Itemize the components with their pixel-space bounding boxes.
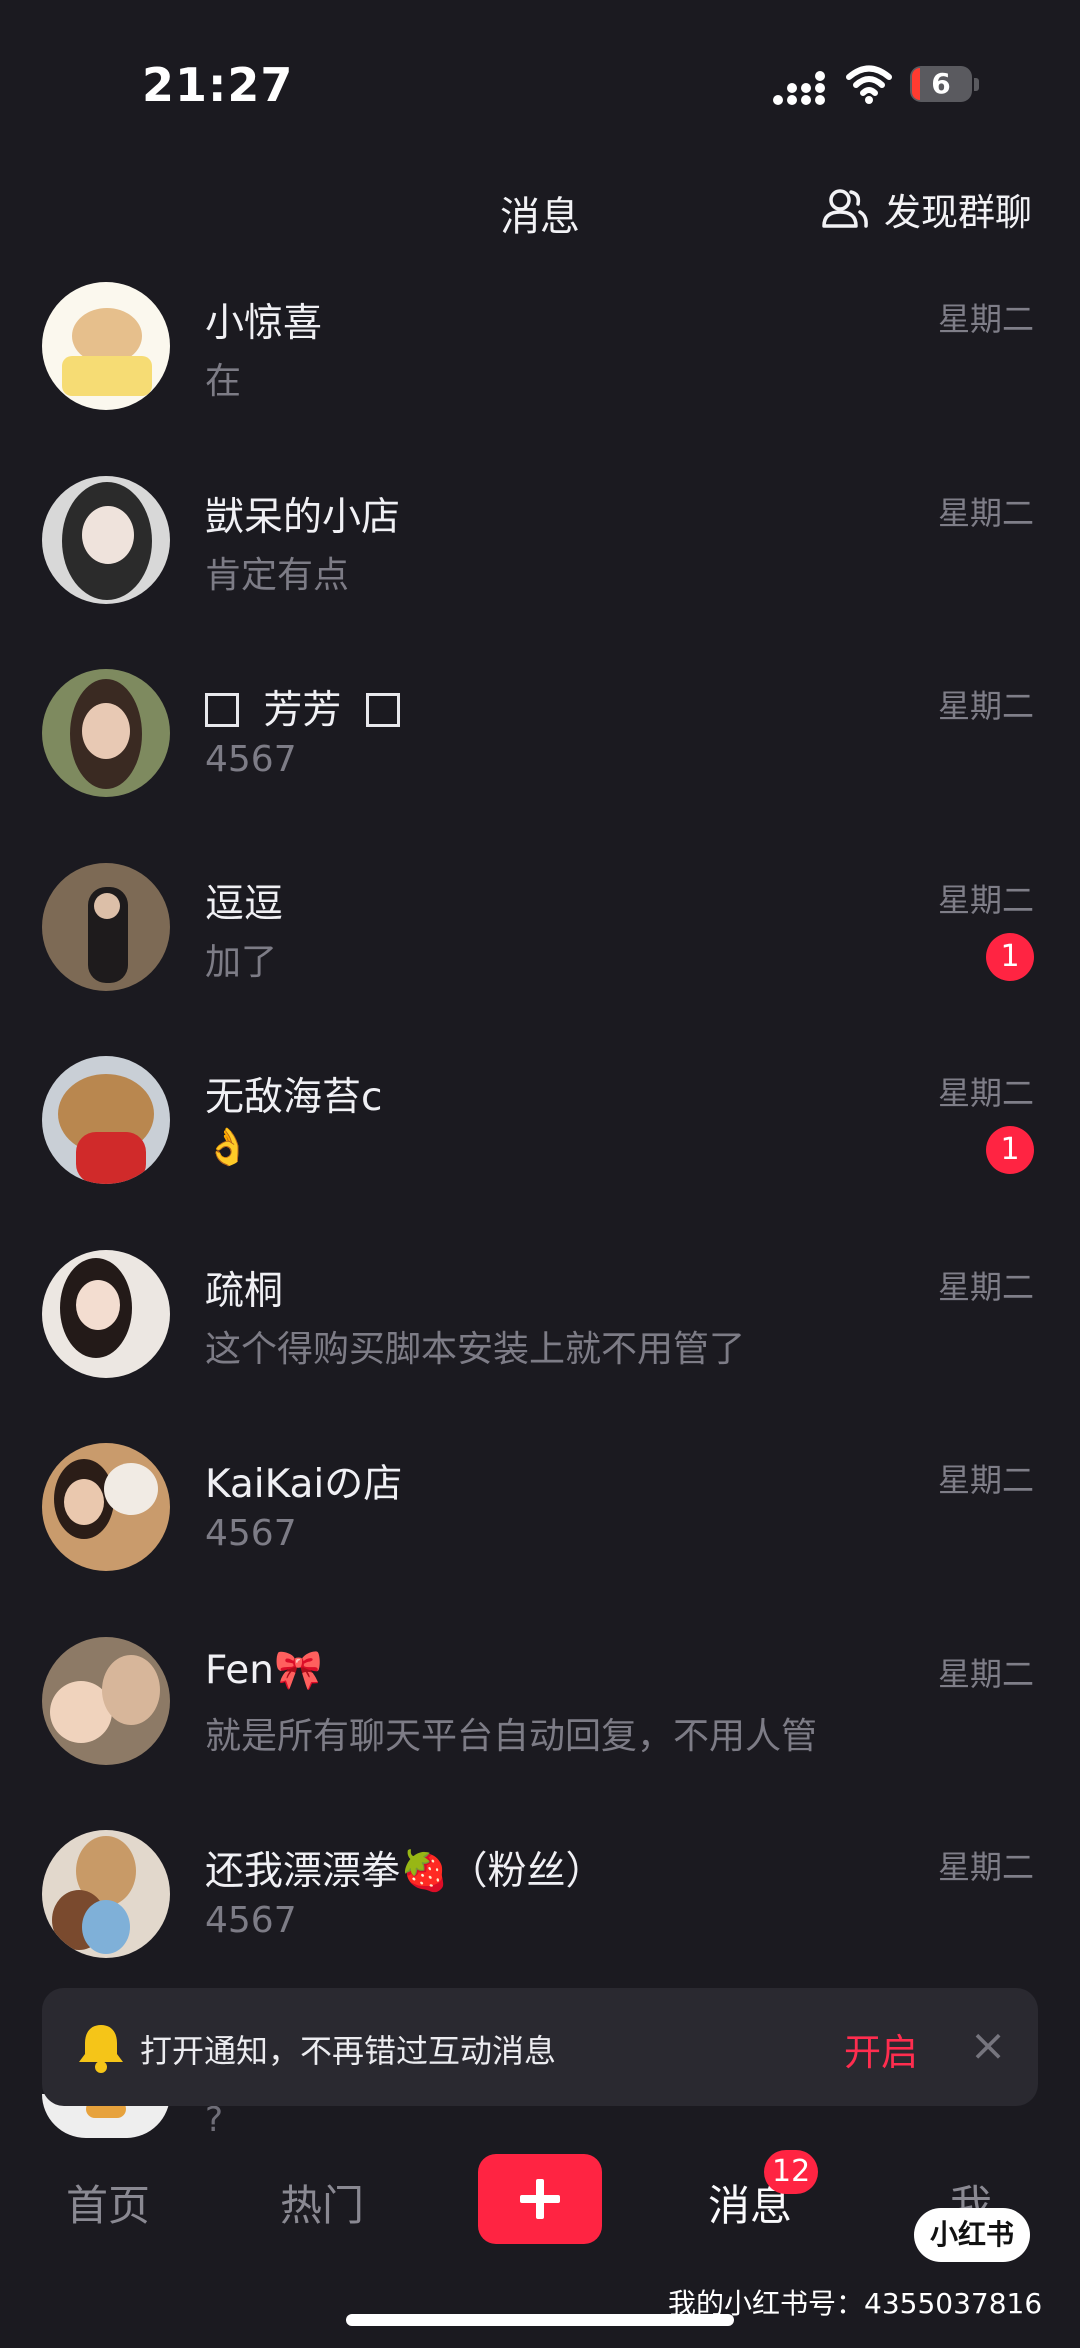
message-time: 星期二 (937, 1267, 1034, 1306)
contact-name: 逗逗 (205, 881, 284, 927)
contact-name: 獃呆的小店 (205, 494, 401, 540)
status-bar: 21:27 6 (0, 0, 1080, 170)
conversation-row[interactable]: 逗逗 加了 星期二 1 (0, 855, 1080, 1049)
add-post-button[interactable] (478, 2154, 602, 2244)
message-preview: 👌 (205, 1127, 250, 1168)
message-preview: 4567 (205, 739, 297, 780)
home-indicator[interactable] (346, 2314, 734, 2326)
message-time: 星期二 (937, 493, 1034, 532)
bell-icon (79, 2025, 123, 2073)
avatar (42, 1249, 170, 1378)
battery-icon: 6 (910, 66, 982, 104)
contact-name: Fen🎀 (205, 1647, 323, 1693)
message-time: 星期二 (937, 1461, 1034, 1499)
notification-banner: 打开通知，不再错过互动消息 开启 × (42, 1988, 1038, 2106)
message-time: 星期二 (937, 687, 1034, 725)
contact-name: 芳芳 (205, 679, 400, 735)
message-time: 星期二 (937, 1074, 1034, 1112)
contact-name: 疏桐 (205, 1268, 284, 1314)
notification-text: 打开通知，不再错过互动消息 (140, 2032, 557, 2070)
bottom-tab-bar: 首页 热门 消息 12 我 小红书 我的小红书号：4355037816 (0, 2138, 1080, 2348)
contact-name: 还我漂漂拳🍓（粉丝） (205, 1849, 605, 1894)
message-time: 星期二 (937, 1848, 1034, 1886)
discover-label: 发现群聊 (884, 191, 1032, 234)
tab-home[interactable]: 首页 (66, 2172, 150, 2233)
status-time: 21:27 (142, 58, 294, 112)
enable-notification-button[interactable]: 开启 (844, 2022, 918, 2076)
group-users-icon (822, 189, 868, 228)
tab-hot[interactable]: 热门 (280, 2172, 364, 2233)
conversation-row[interactable]: 疏桐 这个得购买脚本安装上就不用管了 星期二 (0, 1242, 1080, 1436)
conversation-row[interactable]: 还我漂漂拳🍓（粉丝） 4567 星期二 (0, 1822, 1080, 2016)
battery-level: 6 (931, 67, 951, 100)
close-icon[interactable]: × (968, 2024, 1008, 2068)
message-time: 星期二 (937, 300, 1034, 338)
avatar (42, 282, 170, 410)
message-time: 星期二 (937, 880, 1034, 919)
wifi-icon (846, 65, 892, 104)
conversation-list: 小惊喜 在 星期二 獃呆的小店 肯定有点 星期二 芳芳 4567 星期二 逗逗 … (0, 274, 1080, 2016)
unknown-glyph-icon (365, 693, 400, 727)
contact-name: 无敌海苔c (205, 1075, 383, 1120)
message-preview: 加了 (205, 941, 278, 983)
conversation-row[interactable]: 无敌海苔c 👌 星期二 1 (0, 1048, 1080, 1242)
contact-name: 小惊喜 (205, 301, 323, 346)
unknown-glyph-icon (205, 693, 239, 727)
contact-name: KaiKaiの店 (205, 1462, 403, 1507)
message-preview: 这个得购买脚本安装上就不用管了 (205, 1328, 746, 1370)
xiaohongshu-logo: 小红书 (914, 2208, 1030, 2262)
message-preview: ? (205, 2100, 224, 2140)
avatar (42, 669, 170, 797)
avatar (42, 1636, 170, 1765)
avatar (42, 1443, 170, 1571)
avatar (42, 862, 170, 991)
avatar (42, 475, 170, 604)
message-preview: 肯定有点 (205, 554, 350, 596)
conversation-row[interactable]: 獃呆的小店 肯定有点 星期二 (0, 468, 1080, 662)
discover-group-chat-button[interactable]: 发现群聊 (820, 182, 1032, 236)
conversation-row[interactable]: 小惊喜 在 星期二 (0, 274, 1080, 468)
message-preview: 4567 (205, 1900, 297, 1941)
conversation-row[interactable]: KaiKaiの店 4567 星期二 (0, 1435, 1080, 1629)
conversation-row[interactable]: Fen🎀 就是所有聊天平台自动回复，不用人管 星期二 (0, 1629, 1080, 1823)
message-preview: 就是所有聊天平台自动回复，不用人管 (205, 1715, 818, 1757)
conversation-row[interactable]: 芳芳 4567 星期二 (0, 661, 1080, 855)
message-preview: 4567 (205, 1513, 297, 1554)
unread-badge: 1 (986, 1126, 1034, 1174)
messages-badge: 12 (764, 2150, 819, 2194)
message-preview: 在 (205, 361, 242, 402)
unread-badge: 1 (986, 932, 1034, 981)
message-time: 星期二 (937, 1654, 1034, 1693)
cellular-signal-icon (773, 71, 825, 105)
avatar (42, 1830, 170, 1958)
avatar (42, 1056, 170, 1184)
